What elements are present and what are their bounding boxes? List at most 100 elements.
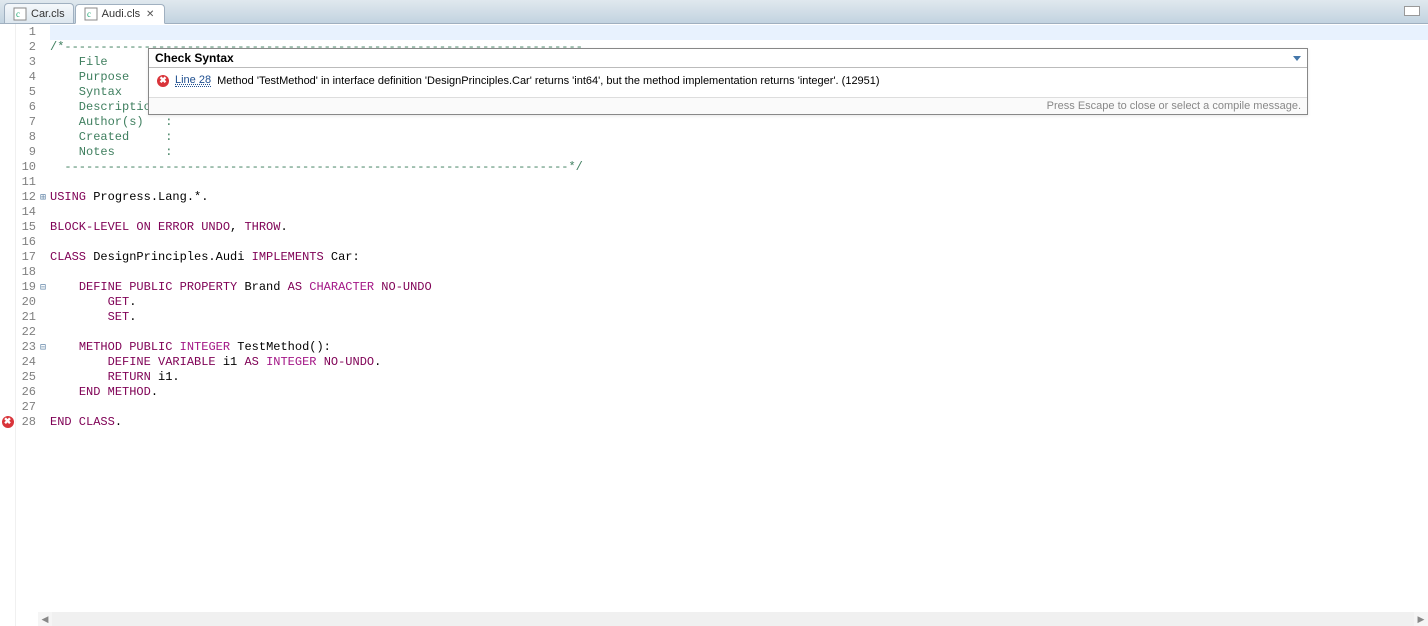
line-number: 11 [16, 175, 38, 190]
gutter-cell [0, 339, 15, 354]
fold-cell [38, 295, 48, 310]
code-line[interactable] [50, 325, 1428, 340]
gutter-cell [0, 144, 15, 159]
fold-cell [38, 415, 48, 430]
line-number: 16 [16, 235, 38, 250]
line-number: 14 [16, 205, 38, 220]
code-line[interactable]: Created : [50, 130, 1428, 145]
gutter-cell [0, 279, 15, 294]
code-line[interactable]: END CLASS. [50, 415, 1428, 430]
check-syntax-panel: Check Syntax ✖ Line 28 Method 'TestMetho… [148, 48, 1308, 115]
gutter-cell [0, 354, 15, 369]
code-line[interactable]: CLASS DesignPrinciples.Audi IMPLEMENTS C… [50, 250, 1428, 265]
fold-cell [38, 265, 48, 280]
fold-cell [38, 370, 48, 385]
fold-cell [38, 100, 48, 115]
line-number: 18 [16, 265, 38, 280]
fold-cell [38, 25, 48, 40]
fold-cell [38, 310, 48, 325]
line-number: 26 [16, 385, 38, 400]
code-line[interactable] [50, 400, 1428, 415]
gutter-cell: ✖ [0, 414, 15, 429]
error-line-link[interactable]: Line 28 [175, 74, 211, 87]
line-number: 12 [16, 190, 38, 205]
gutter-cell [0, 219, 15, 234]
syntax-panel-body: ✖ Line 28 Method 'TestMethod' in interfa… [149, 68, 1307, 98]
fold-cell [38, 400, 48, 415]
fold-cell [38, 55, 48, 70]
code-line[interactable]: USING Progress.Lang.*. [50, 190, 1428, 205]
editor-tab-bar: c Car.cls c Audi.cls ✕ [0, 0, 1428, 24]
line-numbers: 1234567891011121415161718192021222324252… [16, 24, 38, 626]
code-line[interactable]: Notes : [50, 145, 1428, 160]
fold-cell [38, 145, 48, 160]
gutter: ✖ [0, 24, 16, 626]
code-line[interactable]: METHOD PUBLIC INTEGER TestMethod(): [50, 340, 1428, 355]
code-line[interactable]: DEFINE PUBLIC PROPERTY Brand AS CHARACTE… [50, 280, 1428, 295]
line-number: 15 [16, 220, 38, 235]
code-line[interactable] [50, 265, 1428, 280]
line-number: 27 [16, 400, 38, 415]
fold-cell [38, 175, 48, 190]
gutter-cell [0, 324, 15, 339]
gutter-cell [0, 204, 15, 219]
svg-text:c: c [16, 9, 20, 19]
line-number: 4 [16, 70, 38, 85]
editor-area: ✖ 12345678910111214151617181920212223242… [0, 24, 1428, 626]
gutter-cell [0, 249, 15, 264]
fold-expand-icon[interactable]: ⊞ [38, 190, 48, 205]
fold-cell [38, 325, 48, 340]
gutter-cell [0, 189, 15, 204]
code-line[interactable] [50, 205, 1428, 220]
code-line[interactable]: END METHOD. [50, 385, 1428, 400]
code-line[interactable]: DEFINE VARIABLE i1 AS INTEGER NO-UNDO. [50, 355, 1428, 370]
chevron-down-icon[interactable] [1293, 56, 1301, 61]
error-message: Method 'TestMethod' in interface definit… [217, 75, 879, 87]
gutter-cell [0, 129, 15, 144]
fold-cell [38, 40, 48, 55]
scroll-left-icon[interactable]: ◀ [38, 612, 52, 626]
code-line[interactable]: Author(s) : [50, 115, 1428, 130]
code-line[interactable]: BLOCK-LEVEL ON ERROR UNDO, THROW. [50, 220, 1428, 235]
horizontal-scrollbar[interactable]: ◀ ▶ [38, 612, 1428, 626]
fold-column: ⊞ ⊟ ⊟ [38, 24, 48, 626]
syntax-error-row[interactable]: ✖ Line 28 Method 'TestMethod' in interfa… [157, 74, 1299, 87]
line-number: 24 [16, 355, 38, 370]
line-number: 22 [16, 325, 38, 340]
tab-label: Car.cls [31, 8, 65, 20]
line-number: 10 [16, 160, 38, 175]
fold-cell [38, 205, 48, 220]
fold-cell [38, 385, 48, 400]
fold-collapse-icon[interactable]: ⊟ [38, 280, 48, 295]
code-line[interactable]: RETURN i1. [50, 370, 1428, 385]
code-line[interactable]: GET. [50, 295, 1428, 310]
code-line[interactable] [50, 25, 1428, 40]
tab-audi[interactable]: c Audi.cls ✕ [75, 4, 166, 24]
tab-car[interactable]: c Car.cls [4, 3, 74, 23]
syntax-panel-header: Check Syntax [149, 49, 1307, 68]
code-line[interactable]: ----------------------------------------… [50, 160, 1428, 175]
line-number: 9 [16, 145, 38, 160]
gutter-cell [0, 24, 15, 39]
code-line[interactable]: SET. [50, 310, 1428, 325]
line-number: 3 [16, 55, 38, 70]
gutter-cell [0, 264, 15, 279]
gutter-cell [0, 99, 15, 114]
gutter-cell [0, 369, 15, 384]
code-line[interactable] [50, 175, 1428, 190]
gutter-cell [0, 234, 15, 249]
code-line[interactable] [50, 235, 1428, 250]
gutter-cell [0, 294, 15, 309]
line-number: 7 [16, 115, 38, 130]
syntax-panel-title: Check Syntax [155, 51, 234, 65]
line-number: 2 [16, 40, 38, 55]
fold-cell [38, 130, 48, 145]
line-number: 5 [16, 85, 38, 100]
gutter-cell [0, 384, 15, 399]
scroll-track[interactable] [52, 612, 1414, 626]
close-icon[interactable]: ✕ [144, 8, 156, 20]
fold-collapse-icon[interactable]: ⊟ [38, 340, 48, 355]
line-number: 6 [16, 100, 38, 115]
scroll-right-icon[interactable]: ▶ [1414, 612, 1428, 626]
restore-icon[interactable] [1404, 6, 1420, 16]
